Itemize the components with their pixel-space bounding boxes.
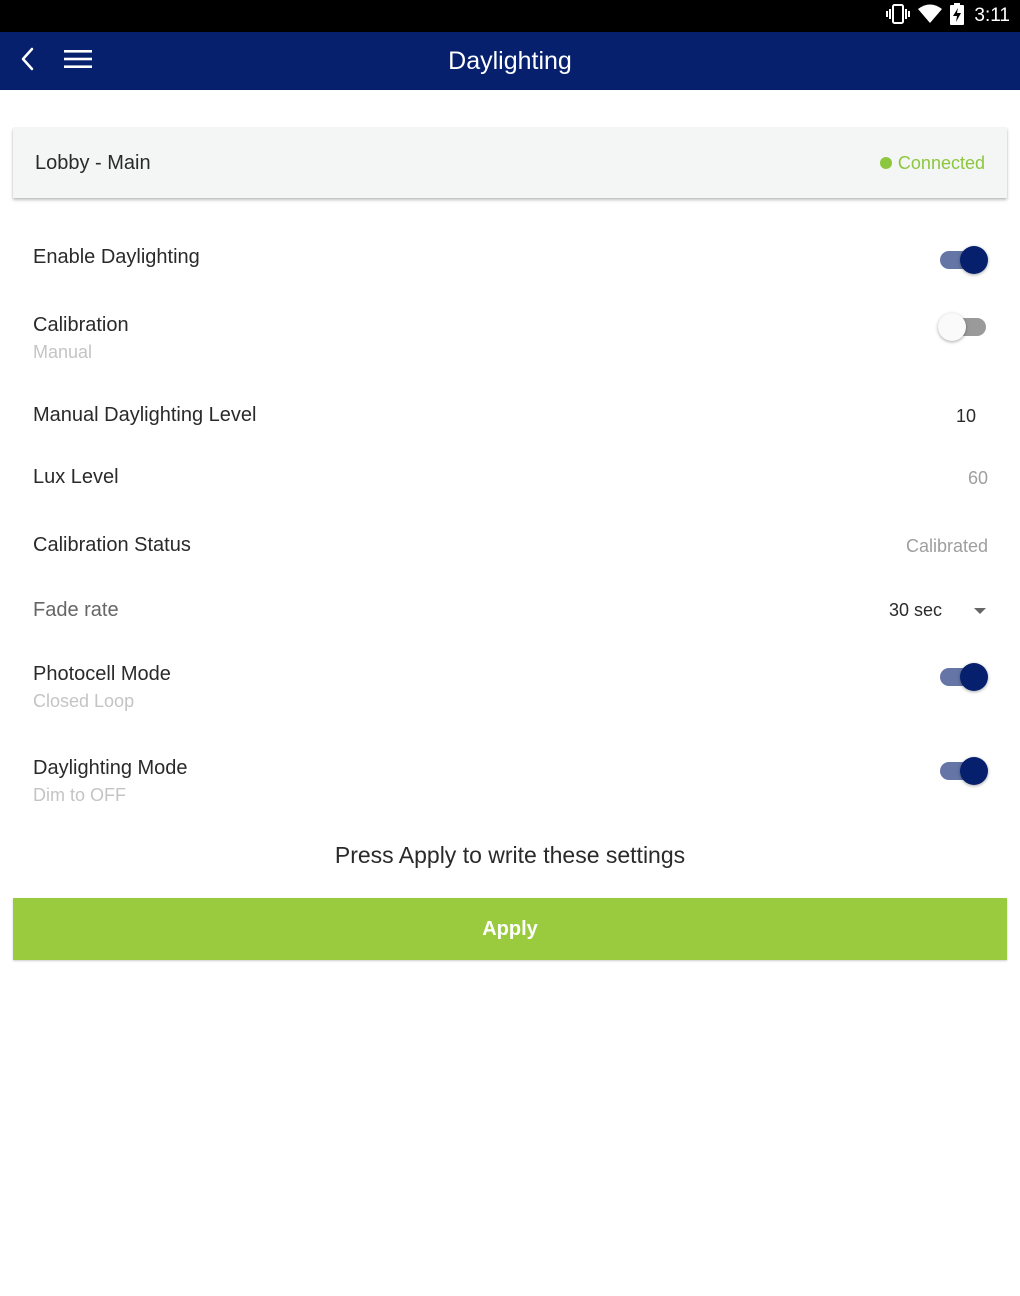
setting-label: Enable Daylighting: [33, 246, 200, 268]
apply-hint: Press Apply to write these settings: [334, 842, 686, 868]
setting-enable-daylighting: Enable Daylighting: [33, 246, 988, 274]
setting-label: Manual Daylighting Level: [33, 404, 257, 426]
connection-status-label: Connected: [897, 152, 985, 173]
setting-label: Fade rate: [33, 599, 119, 621]
enable-daylighting-toggle[interactable]: [938, 244, 988, 274]
lux-level-value: 60: [967, 468, 988, 488]
setting-photocell-mode: Photocell Mode Closed Loop: [33, 663, 988, 712]
photocell-mode-toggle[interactable]: [938, 661, 988, 691]
toggle-knob: [960, 663, 988, 691]
fade-rate-value: 30 sec: [889, 600, 943, 620]
setting-label: Calibration Status: [33, 534, 191, 556]
daylighting-mode-toggle[interactable]: [938, 755, 988, 785]
connection-status: Connected: [879, 128, 985, 198]
app-bar: Daylighting: [0, 32, 1020, 90]
hamburger-menu-icon: [64, 49, 92, 74]
status-dot-icon: [879, 157, 892, 169]
setting-sublabel: Dim to OFF: [33, 785, 126, 805]
chevron-left-icon: [20, 47, 36, 76]
setting-fade-rate: Fade rate 30 sec: [33, 599, 988, 622]
manual-level-value[interactable]: 10: [956, 406, 976, 427]
calibration-status-value: Calibrated: [905, 536, 988, 556]
fade-rate-dropdown[interactable]: 30 sec: [878, 597, 988, 625]
apply-button[interactable]: Apply: [13, 898, 1007, 960]
vibrate-icon: [886, 3, 911, 30]
setting-sublabel: Manual: [33, 342, 93, 362]
calibration-toggle[interactable]: [938, 311, 988, 341]
toggle-knob: [960, 246, 988, 274]
page-title: Daylighting: [448, 47, 572, 75]
status-bar: 3:11: [0, 0, 1020, 32]
device-name: Lobby - Main: [35, 152, 151, 174]
setting-sublabel: Closed Loop: [33, 691, 135, 711]
menu-button[interactable]: [60, 45, 96, 77]
setting-label: Calibration: [33, 314, 129, 336]
setting-calibration-status: Calibration Status Calibrated: [33, 534, 988, 557]
device-card: Lobby - Main Connected: [13, 128, 1007, 198]
setting-label: Daylighting Mode: [33, 757, 188, 779]
toggle-knob: [960, 757, 988, 785]
battery-charging-icon: [950, 2, 965, 30]
setting-calibration: Calibration Manual: [33, 311, 988, 363]
dropdown-arrow-icon: [974, 608, 986, 614]
setting-manual-daylighting-level: Manual Daylighting Level 10: [33, 404, 988, 427]
setting-label: Photocell Mode: [33, 663, 171, 685]
toggle-knob: [938, 313, 966, 341]
setting-daylighting-mode: Daylighting Mode Dim to OFF: [33, 757, 988, 806]
back-button[interactable]: [12, 45, 44, 77]
setting-lux-level: Lux Level 60: [33, 466, 988, 489]
setting-label: Lux Level: [33, 466, 119, 488]
status-icons: 3:11: [886, 2, 1010, 30]
wifi-icon: [918, 4, 943, 29]
status-time: 3:11: [974, 5, 1010, 26]
